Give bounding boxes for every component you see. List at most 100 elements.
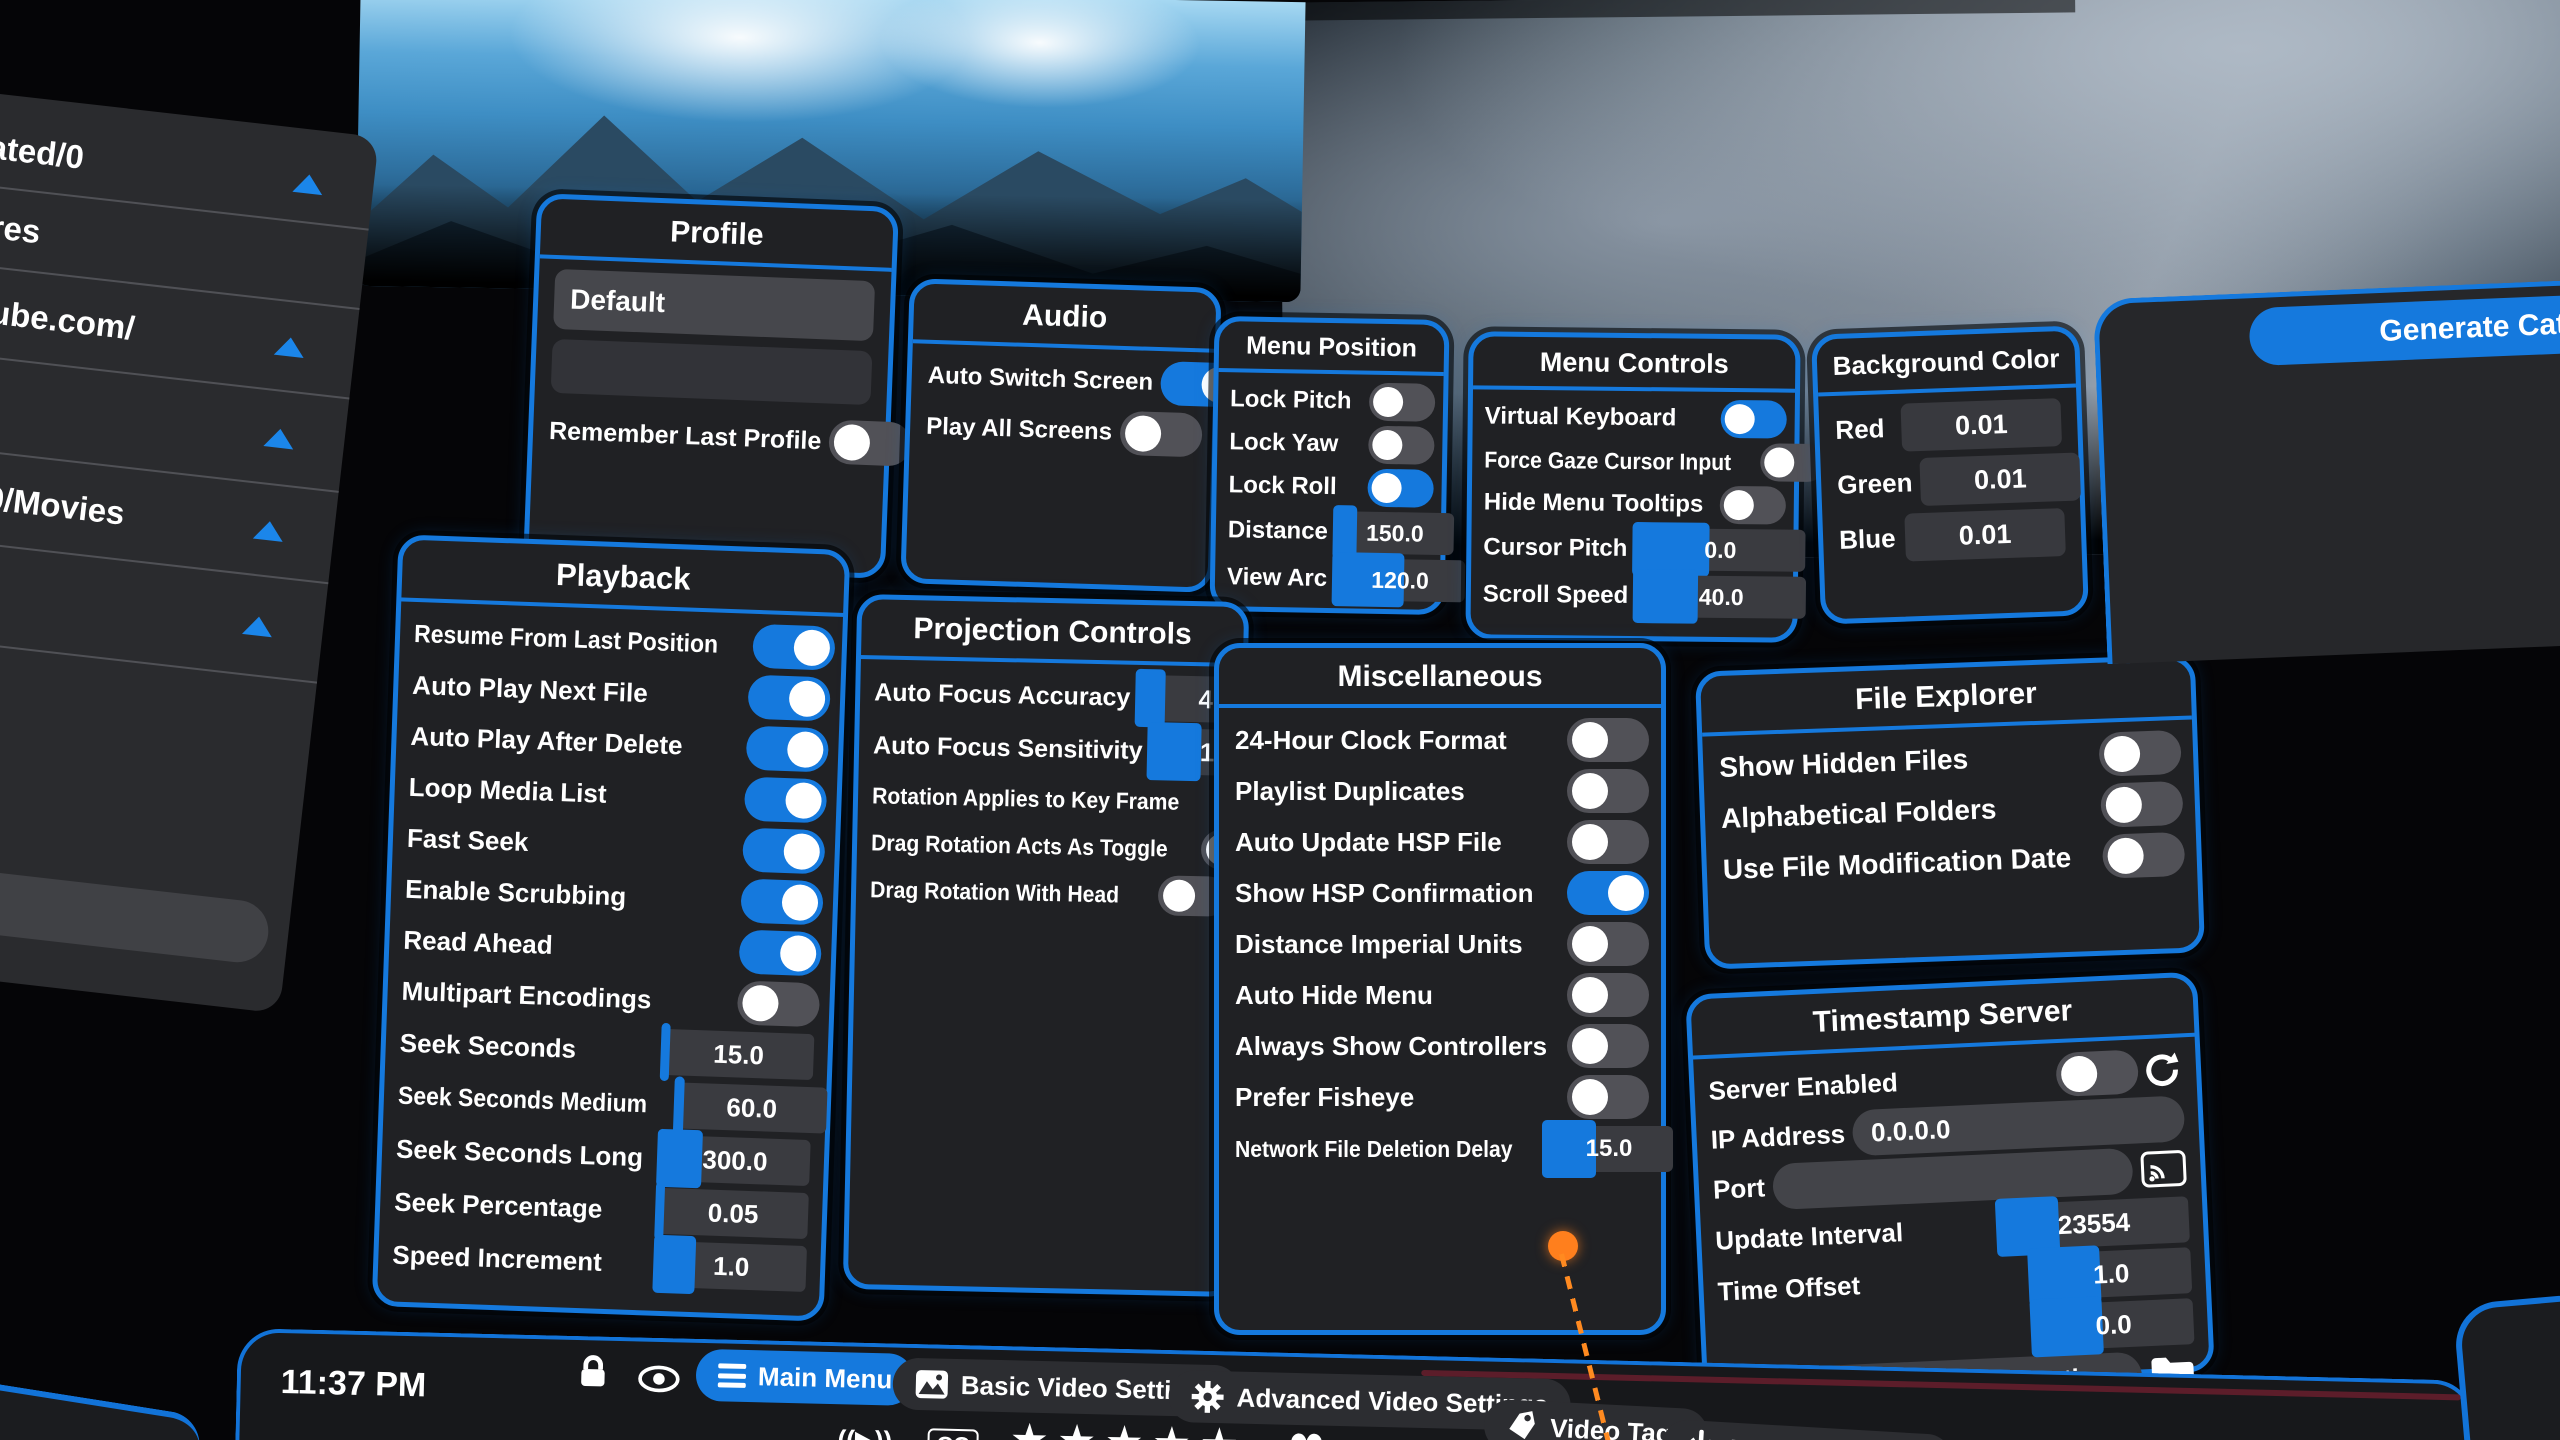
setting-row: Red 0.01 bbox=[1835, 398, 2063, 454]
show-hidden-files-toggle[interactable] bbox=[2098, 730, 2181, 777]
view-arc-slider[interactable]: 120.0 bbox=[1335, 558, 1466, 602]
profile-default-item[interactable]: Default bbox=[553, 269, 875, 341]
setting-label: Show Hidden Files bbox=[1719, 739, 2092, 784]
setting-row: Lock Yaw bbox=[1229, 423, 1431, 465]
image-icon bbox=[915, 1369, 950, 1400]
lock-icon[interactable] bbox=[577, 1354, 610, 1391]
collapse-up-icon[interactable] bbox=[292, 173, 324, 195]
profile-empty-item[interactable] bbox=[551, 339, 873, 405]
enable-scrubbing-toggle[interactable] bbox=[740, 879, 823, 926]
distance-slider[interactable]: 150.0 bbox=[1336, 511, 1455, 555]
distance-imperial-toggle[interactable] bbox=[1567, 922, 1649, 966]
main-menu-button[interactable]: Main Menu bbox=[695, 1349, 915, 1406]
server-enabled-toggle[interactable] bbox=[2055, 1049, 2139, 1097]
blue-value-field[interactable]: 0.01 bbox=[1904, 508, 2066, 562]
panel-title: Timestamp Server bbox=[1689, 981, 2197, 1060]
star-rating-control[interactable]: ★★★★★ bbox=[1009, 1414, 1247, 1440]
playlist-duplicates-toggle[interactable] bbox=[1567, 769, 1649, 813]
lock-roll-toggle[interactable] bbox=[1367, 469, 1434, 508]
prefer-fisheye-toggle[interactable] bbox=[1567, 1075, 1649, 1119]
setting-row: Prefer Fisheye bbox=[1235, 1075, 1645, 1119]
setting-label: Time Offset bbox=[1717, 1262, 2024, 1307]
seek-percentage-slider[interactable]: 0.05 bbox=[657, 1188, 809, 1239]
panel-title: Menu Position bbox=[1219, 325, 1445, 376]
time-offset-slider[interactable]: 1.0 bbox=[2030, 1247, 2192, 1300]
green-value-field[interactable]: 0.01 bbox=[1920, 452, 2082, 506]
alphabetical-folders-toggle[interactable] bbox=[2100, 781, 2183, 828]
hide-menu-tooltips-toggle[interactable] bbox=[1720, 486, 1786, 525]
update-interval-slider[interactable]: 23554 bbox=[1998, 1196, 2190, 1251]
refresh-icon[interactable] bbox=[2141, 1049, 2183, 1091]
generate-catalog-button[interactable]: Generate Cat bbox=[2248, 291, 2560, 366]
network-file-deletion-delay-slider[interactable]: 15.0 bbox=[1545, 1126, 1673, 1172]
setting-label: Read Ahead bbox=[403, 924, 732, 966]
speed-increment-slider[interactable]: 1.0 bbox=[656, 1241, 808, 1292]
cast-wifi-icon[interactable] bbox=[2140, 1149, 2188, 1189]
always-show-controllers-toggle[interactable] bbox=[1567, 1024, 1649, 1068]
collapse-up-icon[interactable] bbox=[274, 336, 306, 358]
lock-yaw-toggle[interactable] bbox=[1368, 426, 1435, 465]
setting-label: Show HSP Confirmation bbox=[1235, 878, 1559, 909]
setting-label: Playlist Duplicates bbox=[1235, 776, 1559, 807]
sidebar-item-label: Shares bbox=[0, 201, 42, 251]
auto-play-next-file-toggle[interactable] bbox=[747, 675, 830, 722]
lock-pitch-toggle[interactable] bbox=[1369, 383, 1436, 422]
red-value-field[interactable]: 0.01 bbox=[1900, 398, 2062, 452]
show-hsp-confirmation-toggle[interactable] bbox=[1567, 871, 1649, 915]
eye-visibility-icon[interactable] bbox=[637, 1363, 682, 1394]
auto-hide-menu-toggle[interactable] bbox=[1567, 973, 1649, 1017]
multipart-encodings-toggle[interactable] bbox=[737, 980, 820, 1027]
seek-seconds-long-slider[interactable]: 300.0 bbox=[659, 1135, 811, 1186]
cursor-pitch-slider[interactable]: 0.0 bbox=[1635, 528, 1805, 572]
file-modification-date-toggle[interactable] bbox=[2102, 832, 2185, 879]
setting-label: Seek Seconds Medium bbox=[398, 1081, 648, 1119]
closed-captions-button[interactable]: CC bbox=[927, 1428, 979, 1440]
favorite-heart-icon[interactable]: ♥ bbox=[1287, 1425, 1326, 1440]
setting-label: Auto Switch Screen bbox=[927, 362, 1153, 397]
setting-label: Seek Seconds bbox=[399, 1027, 656, 1067]
collapse-up-icon[interactable] bbox=[242, 615, 274, 637]
panel-title: Playback bbox=[399, 543, 847, 617]
sidebar-selected-row[interactable] bbox=[0, 856, 272, 965]
setting-row: Rotation Applies to Key Frame bbox=[872, 775, 1227, 822]
read-ahead-toggle[interactable] bbox=[738, 930, 821, 977]
setting-row: Alphabetical Folders bbox=[1720, 781, 2179, 841]
setting-label: Always Show Controllers bbox=[1235, 1031, 1559, 1062]
panel-playback: Playback Resume From Last Position Auto … bbox=[372, 534, 851, 1321]
collapse-up-icon[interactable] bbox=[263, 427, 295, 449]
collapse-up-icon[interactable] bbox=[253, 520, 285, 542]
setting-row: Resume From Last Position bbox=[413, 612, 828, 670]
setting-label: Seek Seconds Long bbox=[396, 1133, 653, 1173]
clock-format-toggle[interactable] bbox=[1567, 718, 1649, 762]
setting-row: Auto Play After Delete bbox=[410, 714, 825, 772]
panel-timestamp-server: Timestamp Server Server Enabled IP Addre… bbox=[1685, 972, 2215, 1395]
setting-row: Use File Modification Date bbox=[1722, 832, 2181, 892]
fast-seek-toggle[interactable] bbox=[742, 828, 825, 875]
setting-row: Seek Percentage 0.05 bbox=[394, 1179, 809, 1239]
sidebar-item-label: youtube.com/ bbox=[0, 286, 137, 348]
seek-seconds-medium-slider[interactable]: 60.0 bbox=[676, 1082, 828, 1133]
setting-label: Drag Rotation With Head bbox=[870, 876, 1128, 908]
setting-row: Distance Imperial Units bbox=[1235, 922, 1645, 966]
setting-label: Red bbox=[1835, 412, 1894, 445]
clock-time: 11:37 PM bbox=[280, 1363, 426, 1405]
latency-slider[interactable]: 0.0 bbox=[2033, 1298, 2195, 1351]
setting-row: Blue 0.01 bbox=[1838, 508, 2066, 564]
remember-last-profile-toggle[interactable] bbox=[828, 420, 912, 467]
play-all-screens-toggle[interactable] bbox=[1119, 411, 1202, 458]
loop-media-list-toggle[interactable] bbox=[744, 777, 827, 824]
virtual-keyboard-toggle[interactable] bbox=[1721, 400, 1787, 439]
panel-title: File Explorer bbox=[1700, 664, 2192, 737]
resume-last-position-toggle[interactable] bbox=[752, 624, 835, 671]
setting-row: Auto Update HSP File bbox=[1235, 820, 1645, 864]
auto-update-hsp-toggle[interactable] bbox=[1567, 820, 1649, 864]
seek-seconds-slider[interactable]: 15.0 bbox=[663, 1029, 815, 1080]
exit-heresphere-button[interactable]: Exit HereSphere bbox=[1660, 1419, 1953, 1440]
broadcast-audio-icon[interactable]: ((▶)) bbox=[837, 1424, 892, 1440]
scroll-speed-slider[interactable]: 40.0 bbox=[1636, 575, 1806, 619]
setting-label: Seek Percentage bbox=[394, 1186, 651, 1226]
setting-row: Read Ahead bbox=[403, 918, 818, 976]
sidebar-item-label: lated/0/Movies bbox=[0, 469, 127, 532]
setting-label bbox=[1720, 1329, 2026, 1343]
auto-play-after-delete-toggle[interactable] bbox=[746, 726, 829, 773]
